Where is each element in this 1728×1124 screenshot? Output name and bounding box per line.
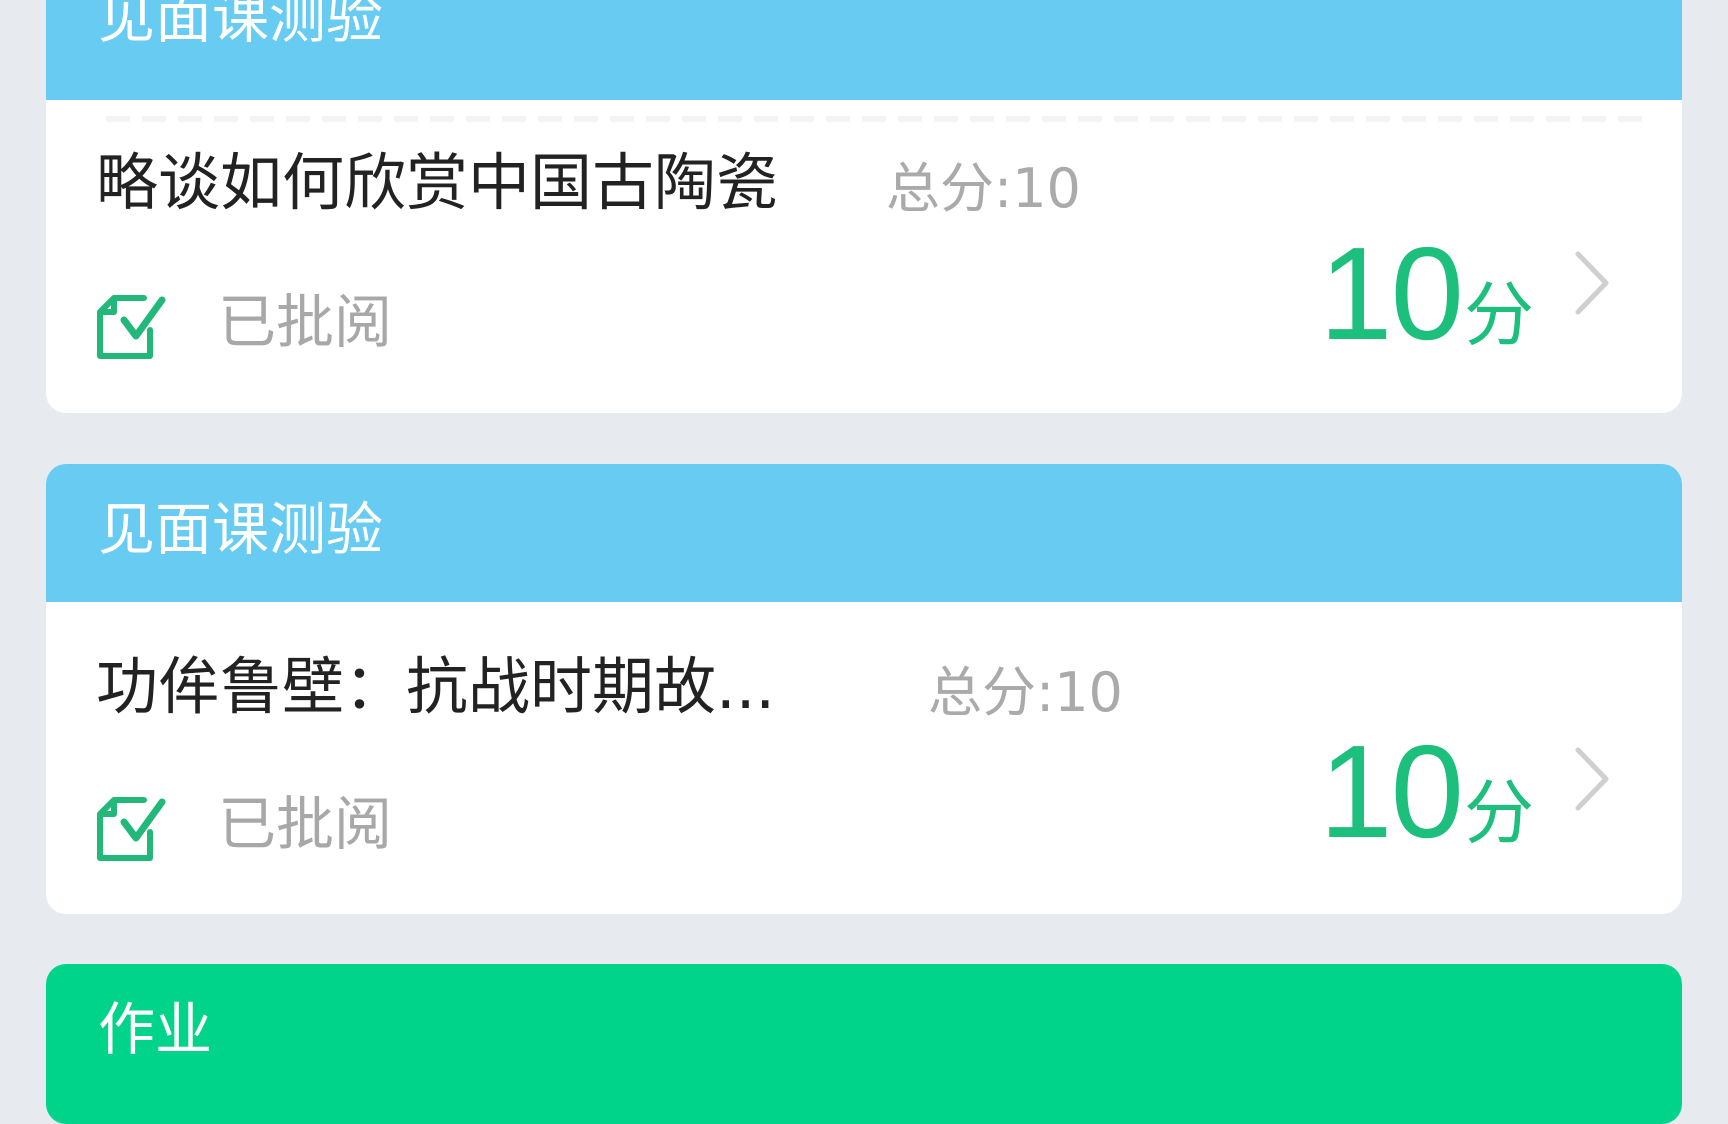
- card-category-label: 作业: [98, 997, 212, 1063]
- score: 10分: [1319, 228, 1534, 360]
- score-value: 10: [1319, 220, 1464, 367]
- chevron-right-icon[interactable]: [1572, 744, 1612, 814]
- card-body[interactable]: 功侔鲁壁：抗战时期故... 总分:10 已批阅 10分: [46, 602, 1682, 914]
- graded-document-check-icon: [94, 286, 168, 362]
- score: 10分: [1319, 726, 1534, 858]
- divider: [106, 116, 1642, 122]
- status-label: 已批阅: [218, 790, 393, 858]
- score-unit: 分: [1464, 274, 1534, 356]
- card-body[interactable]: 略谈如何欣赏中国古陶瓷 总分:10 已批阅 10分: [46, 100, 1682, 413]
- status-label: 已批阅: [218, 288, 393, 356]
- quiz-title: 略谈如何欣赏中国古陶瓷: [96, 146, 779, 219]
- card-category-label: 见面课测验: [98, 0, 383, 51]
- score-value: 10: [1319, 718, 1464, 865]
- quiz-card[interactable]: 见面课测验 功侔鲁壁：抗战时期故... 总分:10 已批阅 10分: [46, 464, 1682, 914]
- card-category-label: 见面课测验: [98, 497, 383, 563]
- card-header: 作业: [46, 964, 1682, 1124]
- chevron-right-icon[interactable]: [1572, 248, 1612, 318]
- card-header: 见面课测验: [46, 0, 1682, 100]
- homework-card[interactable]: 作业: [46, 964, 1682, 1124]
- total-score-label: 总分:10: [886, 157, 1081, 220]
- score-unit: 分: [1464, 772, 1534, 854]
- quiz-title: 功侔鲁壁：抗战时期故...: [96, 650, 776, 723]
- card-header: 见面课测验: [46, 464, 1682, 602]
- quiz-card[interactable]: 见面课测验 略谈如何欣赏中国古陶瓷 总分:10 已批阅 10分: [46, 0, 1682, 413]
- total-score-label: 总分:10: [928, 661, 1123, 724]
- graded-document-check-icon: [94, 788, 168, 864]
